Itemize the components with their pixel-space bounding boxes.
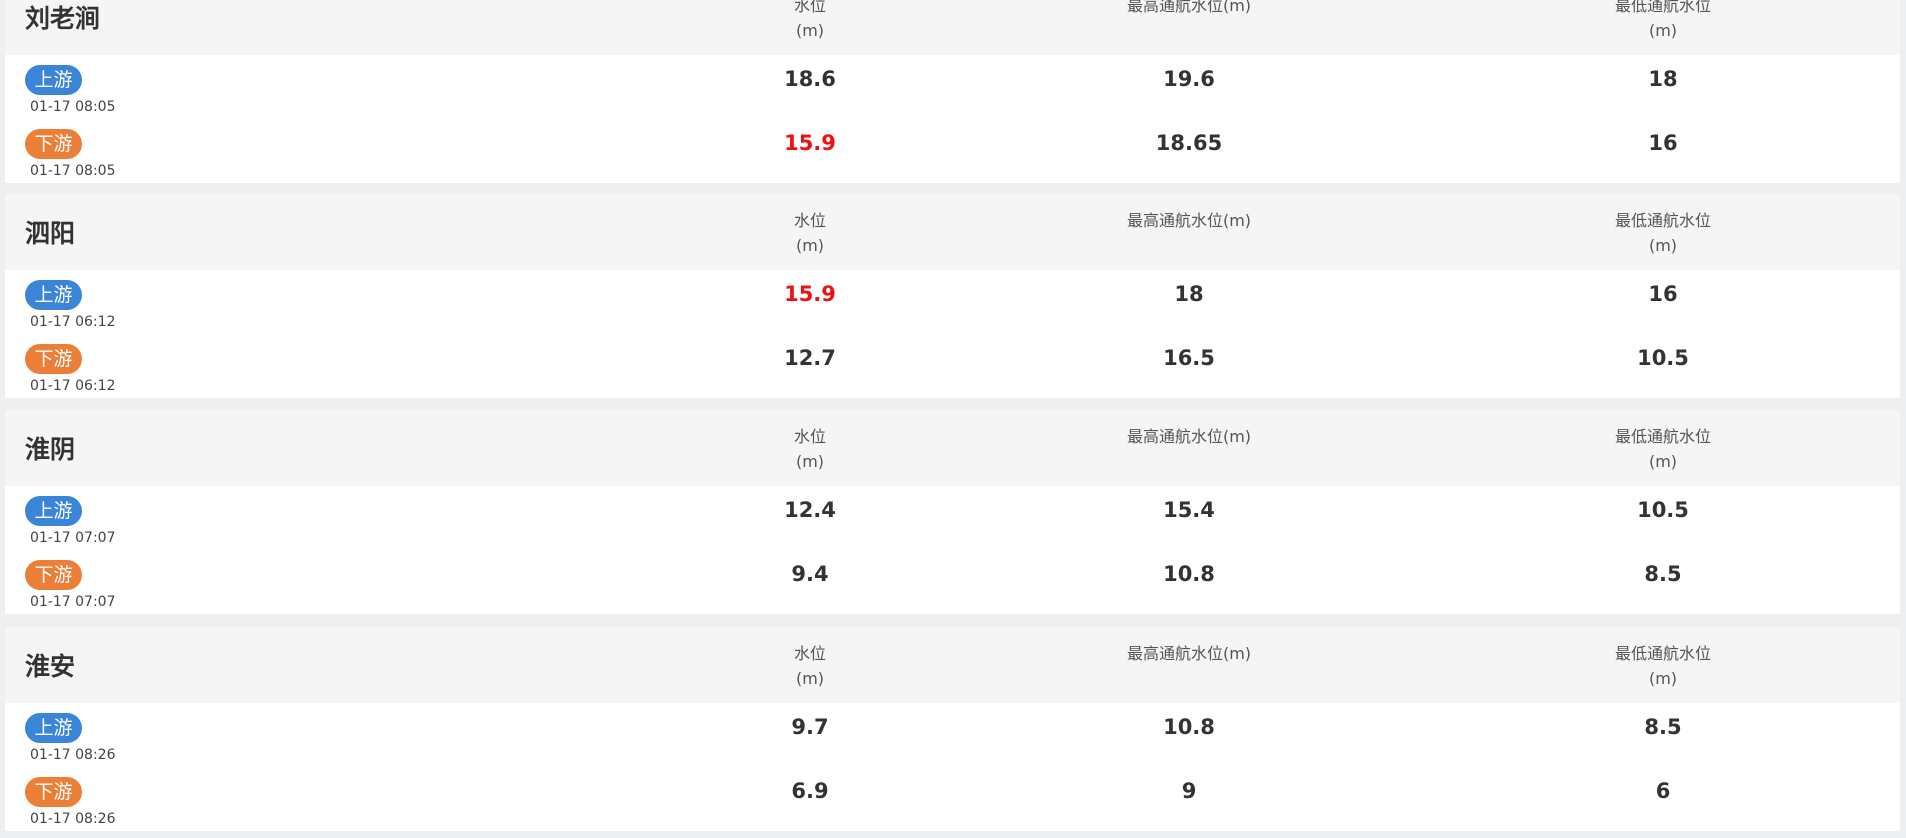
water-level-value: 15.9 [784, 131, 836, 155]
reading-time: 01-17 06:12 [30, 378, 116, 394]
upstream-row: 上游 01-17 08:26 9.7 10.8 8.5 [5, 703, 1900, 767]
max-navigable-level-header: 最高通航水位(m) [1126, 427, 1252, 446]
station-name: 淮阴 [25, 435, 76, 464]
min-navigable-level-value: 10.5 [1637, 498, 1689, 522]
station-header: 刘老涧 水位 (m) 最高通航水位(m) 最低通航水位 (m) [5, 0, 1900, 55]
station-card: 淮阴 水位 (m) 最高通航水位(m) 最低通航水位 (m) 上游 01-17 … [5, 410, 1900, 614]
min-navigable-level-value: 6 [1655, 779, 1671, 803]
downstream-row: 下游 01-17 07:07 9.4 10.8 8.5 [5, 550, 1900, 614]
water-level-header: 水位 (m) [793, 644, 827, 688]
max-navigable-level-value: 15.4 [1163, 498, 1215, 522]
max-navigable-level-header: 最高通航水位(m) [1126, 0, 1252, 15]
upstream-badge: 上游 [25, 496, 82, 526]
upstream-badge: 上游 [25, 280, 82, 310]
water-level-header: 水位 (m) [793, 0, 827, 40]
reading-time: 01-17 06:12 [30, 314, 116, 330]
downstream-row: 下游 01-17 08:26 6.9 9 6 [5, 767, 1900, 831]
water-level-header: 水位 (m) [793, 211, 827, 255]
max-navigable-level-value: 18 [1174, 282, 1204, 306]
downstream-row: 下游 01-17 08:05 15.9 18.65 16 [5, 119, 1900, 183]
max-navigable-level-header: 最高通航水位(m) [1126, 211, 1252, 230]
station-header: 泗阳 水位 (m) 最高通航水位(m) 最低通航水位 (m) [5, 194, 1900, 270]
max-navigable-level-value: 19.6 [1163, 67, 1215, 91]
water-level-value: 12.4 [784, 498, 836, 522]
upstream-row: 上游 01-17 08:05 18.6 19.6 18 [5, 55, 1900, 119]
water-level-value: 18.6 [784, 67, 836, 91]
station-header: 淮安 水位 (m) 最高通航水位(m) 最低通航水位 (m) [5, 627, 1900, 703]
reading-time: 01-17 07:07 [30, 594, 116, 610]
reading-time: 01-17 08:26 [30, 811, 116, 827]
min-navigable-level-header: 最低通航水位 (m) [1614, 427, 1712, 471]
min-navigable-level-value: 8.5 [1644, 715, 1682, 739]
min-navigable-level-value: 10.5 [1637, 346, 1689, 370]
water-level-header: 水位 (m) [793, 427, 827, 471]
water-level-value: 12.7 [784, 346, 836, 370]
upstream-badge: 上游 [25, 713, 82, 743]
min-navigable-level-header: 最低通航水位 (m) [1614, 0, 1712, 40]
station-name: 泗阳 [25, 219, 76, 248]
station-name: 刘老涧 [25, 4, 101, 33]
max-navigable-level-value: 9 [1181, 779, 1197, 803]
reading-time: 01-17 08:26 [30, 747, 116, 763]
max-navigable-level-header: 最高通航水位(m) [1126, 644, 1252, 663]
min-navigable-level-value: 8.5 [1644, 562, 1682, 586]
downstream-badge: 下游 [25, 344, 82, 374]
min-navigable-level-header: 最低通航水位 (m) [1614, 644, 1712, 688]
downstream-badge: 下游 [25, 129, 82, 159]
downstream-badge: 下游 [25, 560, 82, 590]
station-card: 淮安 水位 (m) 最高通航水位(m) 最低通航水位 (m) 上游 01-17 … [5, 627, 1900, 831]
water-level-value: 15.9 [784, 282, 836, 306]
max-navigable-level-value: 10.8 [1163, 562, 1215, 586]
upstream-row: 上游 01-17 07:07 12.4 15.4 10.5 [5, 486, 1900, 550]
min-navigable-level-value: 16 [1648, 282, 1678, 306]
max-navigable-level-value: 18.65 [1155, 131, 1223, 155]
min-navigable-level-header: 最低通航水位 (m) [1614, 211, 1712, 255]
max-navigable-level-value: 10.8 [1163, 715, 1215, 739]
station-list: 刘老涧 水位 (m) 最高通航水位(m) 最低通航水位 (m) 上游 01-17… [0, 0, 1906, 838]
min-navigable-level-value: 16 [1648, 131, 1678, 155]
reading-time: 01-17 07:07 [30, 530, 116, 546]
downstream-row: 下游 01-17 06:12 12.7 16.5 10.5 [5, 334, 1900, 398]
water-level-value: 6.9 [791, 779, 829, 803]
reading-time: 01-17 08:05 [30, 99, 116, 115]
station-card: 刘老涧 水位 (m) 最高通航水位(m) 最低通航水位 (m) 上游 01-17… [5, 0, 1900, 183]
station-header: 淮阴 水位 (m) 最高通航水位(m) 最低通航水位 (m) [5, 410, 1900, 486]
water-level-value: 9.7 [791, 715, 829, 739]
station-name: 淮安 [25, 652, 76, 681]
reading-time: 01-17 08:05 [30, 163, 116, 179]
water-level-value: 9.4 [791, 562, 829, 586]
upstream-row: 上游 01-17 06:12 15.9 18 16 [5, 270, 1900, 334]
station-card: 泗阳 水位 (m) 最高通航水位(m) 最低通航水位 (m) 上游 01-17 … [5, 194, 1900, 398]
min-navigable-level-value: 18 [1648, 67, 1678, 91]
downstream-badge: 下游 [25, 777, 82, 807]
max-navigable-level-value: 16.5 [1163, 346, 1215, 370]
upstream-badge: 上游 [25, 65, 82, 95]
